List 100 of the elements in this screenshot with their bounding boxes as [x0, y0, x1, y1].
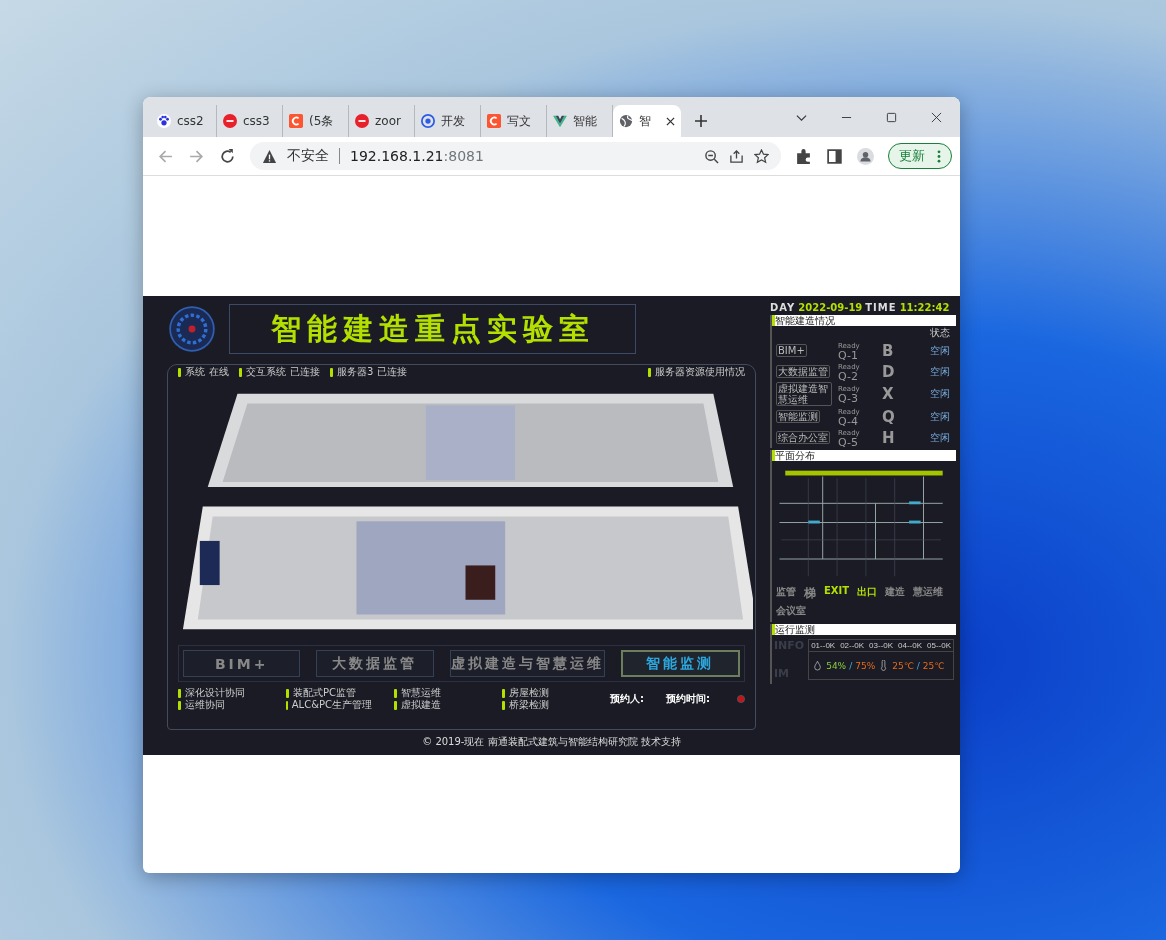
- browser-tab[interactable]: 开发: [415, 105, 481, 137]
- channel-label: 04--0K: [898, 641, 923, 650]
- dashboard-title: 智能建造重点实验室: [270, 309, 595, 348]
- humidity-value: 54%: [826, 660, 847, 671]
- zoom-out-icon[interactable]: [704, 148, 719, 164]
- c-letter-icon: [487, 114, 501, 128]
- thermometer-icon: [880, 660, 888, 671]
- minus-circle-icon: [223, 114, 237, 128]
- room-label: 建造: [885, 585, 906, 599]
- room-status: 空闲: [930, 364, 951, 379]
- room-letter: Q: [882, 407, 896, 426]
- channel-label: 03--0K: [869, 641, 894, 650]
- globe-icon: [619, 114, 633, 128]
- security-label: 不安全: [287, 147, 329, 165]
- room-name: 综合办公室: [776, 431, 830, 444]
- more-icon: [937, 149, 941, 163]
- room-name: 虚拟建造智慧运维: [776, 382, 832, 406]
- reload-icon[interactable]: [219, 147, 236, 165]
- browser-tab[interactable]: zoor: [349, 105, 415, 137]
- legend-label: 深化设计协同: [185, 687, 245, 699]
- room-code: Q-3: [838, 394, 858, 403]
- profile-icon[interactable]: [857, 147, 874, 165]
- room-code: Q-1: [838, 350, 858, 360]
- droplet-icon: [814, 660, 822, 671]
- status-value: 在线: [209, 366, 229, 378]
- status-value: 已连接: [290, 366, 320, 378]
- star-icon[interactable]: [754, 148, 769, 164]
- legend-label: 运维协同: [185, 699, 225, 711]
- target-icon: [421, 114, 435, 128]
- maximize-icon[interactable]: [886, 111, 897, 123]
- panel-title: 平面分布: [775, 450, 815, 461]
- channel-label: 01--0K: [811, 641, 836, 650]
- room-name: BIM+: [776, 344, 807, 357]
- legend-label: 桥梁检测: [509, 699, 549, 711]
- close-icon[interactable]: [666, 116, 675, 126]
- legend-label: 智慧运维: [401, 687, 441, 699]
- humidity-value: 75%: [855, 660, 876, 671]
- nav-tab[interactable]: BIM+: [183, 650, 301, 677]
- legend-label: 虚拟建造: [401, 699, 441, 711]
- meeting-room-label: 会议室: [776, 604, 806, 618]
- stair-label: 梯: [804, 585, 816, 602]
- date-value: 2022-09-19: [798, 302, 863, 313]
- legend-label: 装配式PC监管: [293, 687, 356, 699]
- room-label: 监管: [776, 585, 796, 599]
- nav-tab[interactable]: 大数据监管: [316, 650, 434, 677]
- browser-tab[interactable]: css2: [151, 105, 217, 137]
- footer-text: © 2019-现在 南通装配式建筑与智能结构研究院 技术支持: [421, 735, 682, 749]
- temperature-value: 25℃: [922, 660, 945, 671]
- room-letter: H: [882, 428, 896, 447]
- v-logo-icon: [553, 114, 567, 128]
- room-status: 空闲: [930, 409, 951, 424]
- url-text: 192.168.1.21:8081: [350, 148, 484, 164]
- emblem-icon: [169, 306, 215, 352]
- legend-label: ALC&PC生产管理: [291, 699, 372, 711]
- c-letter-icon: [289, 114, 303, 128]
- browser-tab[interactable]: 智: [613, 105, 681, 137]
- nav-tab[interactable]: 虚拟建造与智慧运维: [449, 650, 605, 677]
- paw-icon: [157, 114, 171, 128]
- side-panel-icon[interactable]: [826, 147, 843, 165]
- browser-tab[interactable]: (5条: [283, 105, 349, 137]
- time-value: 11:22:42: [899, 302, 950, 313]
- close-icon[interactable]: [931, 111, 942, 123]
- panel-title: 智能建造情况: [775, 315, 835, 326]
- browser-tab[interactable]: css3: [217, 105, 283, 137]
- status-label: 服务器3: [337, 366, 374, 378]
- channel-label: 05--0K: [927, 641, 951, 650]
- room-letter: B: [882, 341, 895, 360]
- room-status: 空闲: [930, 387, 951, 401]
- browser-tab[interactable]: 写文: [481, 105, 547, 137]
- record-icon: [737, 695, 745, 703]
- warning-icon: [262, 148, 277, 164]
- room-name: 智能监测: [776, 410, 820, 423]
- room-status: 空闲: [930, 430, 951, 445]
- booker-label: 预约人:: [610, 692, 644, 706]
- status-value: 已连接: [377, 366, 408, 378]
- nav-tab[interactable]: 智能监测: [620, 650, 740, 677]
- status-label: 系统: [185, 366, 205, 378]
- room-letter: D: [882, 362, 896, 381]
- temperature-value: 25℃: [892, 660, 914, 671]
- legend-label: 房屋检测: [509, 687, 549, 699]
- update-button[interactable]: 更新: [888, 143, 952, 169]
- room-label: 慧运维: [913, 585, 944, 599]
- exit-label: EXIT: [824, 585, 850, 598]
- time-label: TIME: [865, 302, 897, 313]
- status-label: 交互系统: [246, 366, 286, 378]
- separator-text: /: [916, 660, 920, 671]
- room-code: Q-5: [838, 437, 858, 447]
- exit-label: 出口: [857, 585, 878, 599]
- minus-circle-icon: [355, 114, 369, 128]
- room-letter: X: [882, 385, 895, 403]
- address-bar[interactable]: 不安全 192.168.1.21:8081: [250, 142, 781, 170]
- new-tab-icon[interactable]: [695, 115, 707, 127]
- room-name: 大数据监管: [776, 365, 830, 378]
- status-heading: 状态: [930, 326, 950, 340]
- puzzle-icon[interactable]: [795, 147, 812, 165]
- booking-time-label: 预约时间:: [666, 692, 710, 706]
- day-label: DAY: [770, 302, 796, 313]
- room-status: 空闲: [930, 343, 951, 358]
- share-icon[interactable]: [729, 148, 744, 164]
- resource-label: 服务器资源使用情况: [655, 366, 745, 378]
